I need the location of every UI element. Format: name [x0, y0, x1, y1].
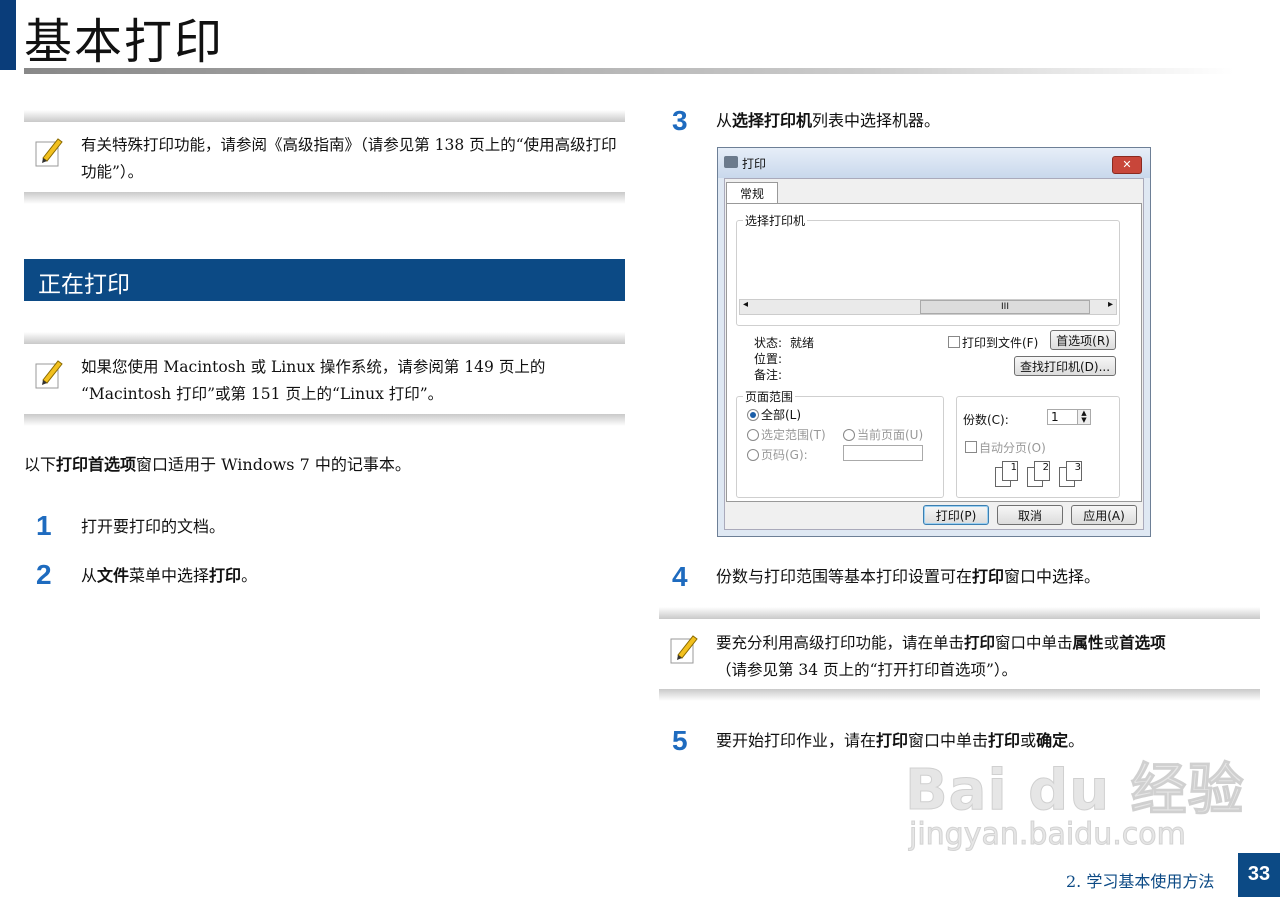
watermark-logo: Bai du 经验: [905, 758, 1245, 824]
dialog-title: 打印: [742, 157, 767, 171]
section-header: 正在打印: [24, 259, 625, 301]
page-range-group: 页面范围 全部(L) 选定范围(T) 当前页面(U) 页码(G):: [736, 388, 944, 498]
chapter-footer: 2. 学习基本使用方法: [1066, 872, 1215, 891]
section-title: 正在打印: [38, 272, 130, 298]
printer-list-scrollbar[interactable]: ◂ III ▸: [739, 299, 1117, 315]
note-pencil-icon: [35, 360, 63, 389]
print-to-file-label: 打印到文件(F): [962, 336, 1039, 350]
collate-pages-icon: 11 22 33: [995, 461, 1095, 487]
note-line: “Macintosh 打印”或第 151 页上的“Linux 打印”。: [81, 385, 444, 403]
cancel-button[interactable]: 取消: [997, 505, 1063, 525]
step-text: 从文件菜单中选择打印。: [81, 566, 258, 585]
scroll-left-icon[interactable]: ◂: [743, 299, 748, 310]
all-label: 全部(L): [761, 408, 802, 422]
watermark-url: jingyan.baidu.com: [909, 817, 1187, 853]
comment-label: 备注:: [754, 368, 783, 382]
step-number: 2: [36, 559, 52, 590]
intro-paragraph: 以下打印首选项窗口适用于 Windows 7 中的记事本。: [24, 455, 411, 474]
printer-list[interactable]: [739, 227, 1115, 297]
step-number: 4: [672, 561, 688, 592]
selection-label: 选定范围(T): [761, 428, 826, 442]
select-printer-group: 选择打印机 ◂ III ▸: [736, 212, 1120, 326]
title-divider: [24, 68, 1234, 74]
current-page-radio[interactable]: [843, 429, 855, 441]
note-line: （请参见第 34 页上的“打开打印首选项”）。: [716, 661, 1018, 679]
location-label: 位置:: [754, 352, 783, 366]
dialog-titlebar: 打印 ✕: [718, 148, 1150, 178]
page-range-label: 页面范围: [743, 388, 796, 405]
step-text: 份数与打印范围等基本打印设置可在打印窗口中选择。: [716, 567, 1101, 586]
note-box: 要充分利用高级打印功能，请在单击打印窗口中单击属性或首选项 （请参见第 34 页…: [659, 607, 1260, 701]
collate-label: 自动分页(O): [979, 441, 1046, 455]
copies-spinner[interactable]: ▲ ▼: [1077, 409, 1091, 425]
note-line: 如果您使用 Macintosh 或 Linux 操作系统，请参阅第 149 页上…: [81, 358, 546, 376]
scrollbar-thumb[interactable]: III: [920, 300, 1090, 314]
preferences-button[interactable]: 首选项(R): [1050, 330, 1116, 350]
copies-group: 份数(C): 1 ▲▼ 自动分页(O) 11 22 33: [956, 396, 1120, 498]
step-text: 从选择打印机列表中选择机器。: [716, 111, 941, 130]
note-box: 如果您使用 Macintosh 或 Linux 操作系统，请参阅第 149 页上…: [24, 332, 625, 426]
tab-general[interactable]: 常规: [726, 182, 778, 205]
note-line: 要充分利用高级打印功能，请在单击打印窗口中单击属性或首选项: [716, 633, 1166, 652]
step-text: 打开要打印的文档。: [81, 517, 226, 536]
print-dialog: 打印 ✕ 常规 选择打印机 ◂ III ▸ 状态: 就绪 位置: 备注: 打印到…: [717, 147, 1151, 537]
current-page-label: 当前页面(U): [857, 428, 924, 442]
page-title: 基本打印: [24, 14, 225, 70]
status-value: 就绪: [790, 336, 815, 350]
pages-input[interactable]: [843, 445, 923, 461]
note-pencil-icon: [670, 635, 698, 664]
apply-button[interactable]: 应用(A): [1071, 505, 1137, 525]
status-label: 状态:: [754, 336, 783, 350]
scroll-right-icon[interactable]: ▸: [1108, 299, 1113, 310]
note-text: 有关特殊打印功能，请参阅《高级指南》（请参见第 138 页上的“使用高级打印功能…: [81, 136, 617, 181]
all-radio[interactable]: [747, 409, 759, 421]
pages-label: 页码(G):: [761, 448, 808, 462]
note-pencil-icon: [35, 138, 63, 167]
title-accent-bar: [0, 0, 16, 70]
copies-label: 份数(C):: [963, 413, 1009, 427]
print-to-file-checkbox[interactable]: [948, 336, 960, 348]
step-number: 5: [672, 725, 688, 756]
print-button[interactable]: 打印(P): [923, 505, 989, 525]
selection-radio[interactable]: [747, 429, 759, 441]
printer-icon: [724, 156, 738, 168]
general-panel: 选择打印机 ◂ III ▸ 状态: 就绪 位置: 备注: 打印到文件(F) 首选…: [726, 203, 1142, 502]
collate-checkbox[interactable]: [965, 441, 977, 453]
step-number: 3: [672, 105, 688, 136]
pages-radio[interactable]: [747, 449, 759, 461]
page-number: 33: [1238, 853, 1280, 897]
close-button[interactable]: ✕: [1112, 156, 1142, 174]
step-number: 1: [36, 510, 52, 541]
note-box: 有关特殊打印功能，请参阅《高级指南》（请参见第 138 页上的“使用高级打印功能…: [24, 110, 625, 204]
note-text: 要充分利用高级打印功能，请在单击打印窗口中单击属性或首选项 （请参见第 34 页…: [716, 629, 1256, 684]
note-text: 如果您使用 Macintosh 或 Linux 操作系统，请参阅第 149 页上…: [81, 354, 621, 408]
find-printer-button[interactable]: 查找打印机(D)...: [1014, 356, 1116, 376]
